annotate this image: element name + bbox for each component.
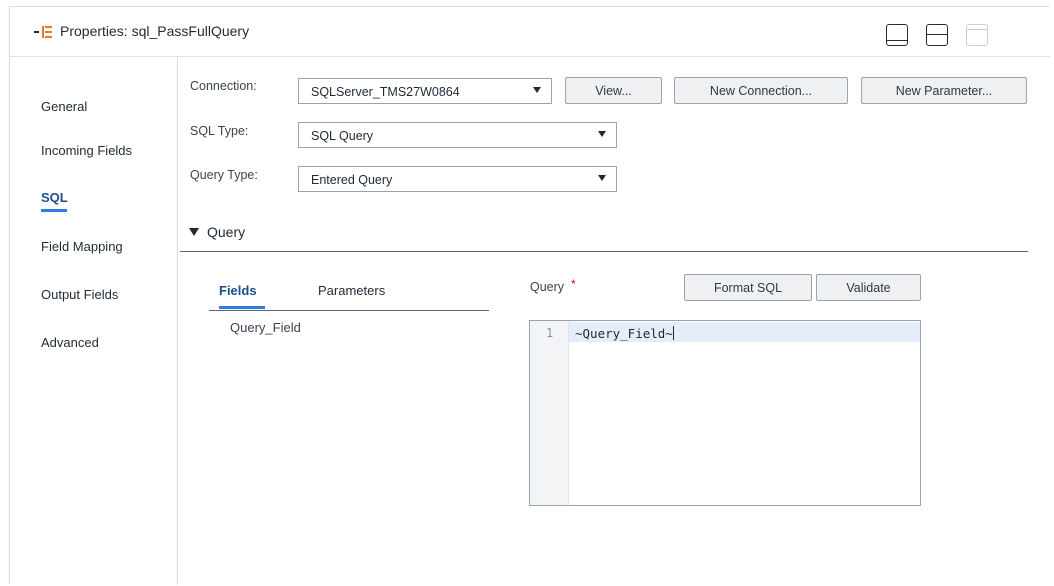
collapse-triangle-icon: [189, 228, 199, 236]
nav-item-incoming-fields[interactable]: Incoming Fields: [41, 143, 132, 158]
format-sql-button[interactable]: Format SQL: [684, 274, 812, 301]
layout-bottom-panel-icon[interactable]: [886, 24, 908, 46]
view-button[interactable]: View...: [565, 77, 662, 104]
sql-type-select[interactable]: SQL Query: [298, 122, 617, 148]
query-type-label: Query Type:: [190, 168, 258, 182]
nav-item-field-mapping[interactable]: Field Mapping: [41, 239, 123, 254]
new-parameter-button[interactable]: New Parameter...: [861, 77, 1027, 104]
nav-item-output-fields[interactable]: Output Fields: [41, 287, 118, 302]
panel-header: Properties: sql_PassFullQuery: [10, 7, 1050, 57]
panel-title: Properties: sql_PassFullQuery: [60, 23, 250, 39]
layout-split-icon[interactable]: [926, 24, 948, 46]
query-type-select-value: Entered Query: [311, 173, 393, 187]
section-divider: [180, 251, 1028, 252]
connection-label: Connection:: [190, 79, 257, 93]
tab-parameters[interactable]: Parameters: [318, 283, 385, 298]
nav-item-advanced[interactable]: Advanced: [41, 335, 99, 350]
new-connection-button[interactable]: New Connection...: [674, 77, 848, 104]
chevron-down-icon: [598, 175, 606, 181]
nav-item-general[interactable]: General: [41, 99, 87, 114]
layout-buttons: [886, 24, 988, 46]
sql-type-select-value: SQL Query: [311, 129, 374, 143]
query-editor[interactable]: 1 ~Query_Field~: [529, 320, 921, 506]
sql-type-label: SQL Type:: [190, 124, 249, 138]
line-number: 1: [546, 326, 554, 340]
properties-icon: [34, 26, 52, 38]
query-code-text: ~Query_Field~: [575, 326, 673, 341]
tab-active-indicator: [219, 306, 265, 309]
tab-fields[interactable]: Fields: [219, 283, 257, 298]
connection-select[interactable]: SQLServer_TMS27W0864: [298, 78, 552, 104]
query-label: Query: [530, 280, 565, 294]
editor-gutter: [530, 321, 569, 505]
nav-item-sql[interactable]: SQL: [41, 190, 68, 205]
chevron-down-icon: [533, 87, 541, 93]
query-section-toggle[interactable]: Query: [189, 224, 245, 240]
text-cursor: [672, 326, 674, 340]
required-marker: *: [571, 277, 576, 291]
query-section-title: Query: [207, 224, 246, 240]
connection-select-value: SQLServer_TMS27W0864: [311, 85, 460, 99]
properties-nav: General Incoming Fields SQL Field Mappin…: [10, 57, 178, 585]
chevron-down-icon: [598, 131, 606, 137]
query-code-line: ~Query_Field~: [575, 326, 674, 341]
layout-top-panel-icon[interactable]: [966, 24, 988, 46]
tab-divider: [209, 310, 489, 311]
query-type-select[interactable]: Entered Query: [298, 166, 617, 192]
validate-button[interactable]: Validate: [816, 274, 921, 301]
field-item-query-field[interactable]: Query_Field: [230, 320, 301, 335]
nav-active-indicator: [41, 209, 67, 212]
